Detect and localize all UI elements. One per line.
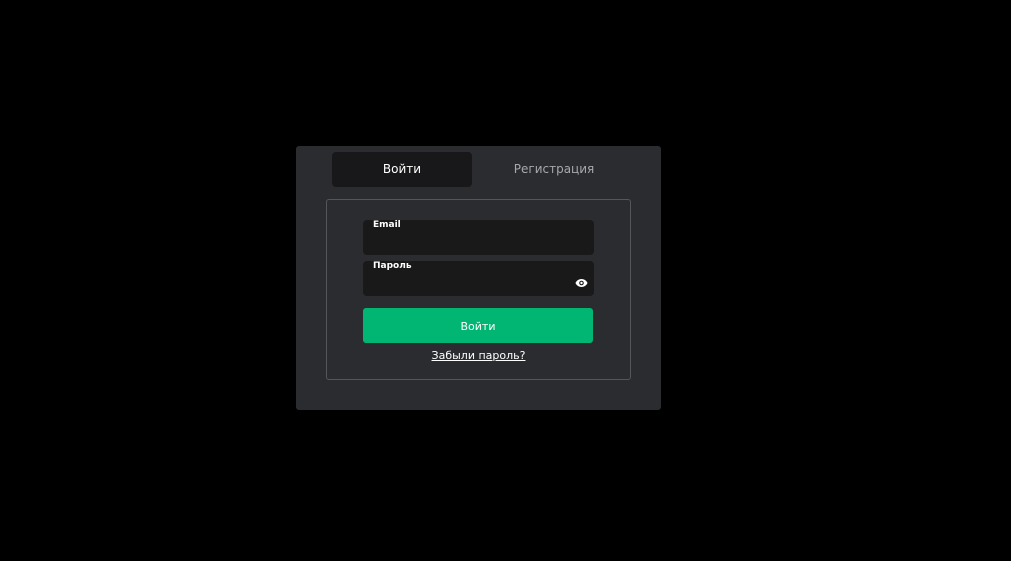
password-field[interactable]: Пароль bbox=[363, 261, 594, 296]
password-label: Пароль bbox=[373, 261, 412, 271]
password-input[interactable] bbox=[373, 276, 568, 292]
tab-register[interactable]: Регистрация bbox=[484, 152, 624, 187]
forgot-password-link[interactable]: Забыли пароль? bbox=[327, 349, 630, 362]
auth-tabs: Войти Регистрация bbox=[332, 152, 626, 187]
auth-modal: Войти Регистрация Email Пароль Войти Заб… bbox=[296, 146, 661, 410]
login-form: Email Пароль Войти Забыли пароль? bbox=[326, 199, 631, 380]
login-submit-button[interactable]: Войти bbox=[363, 308, 593, 343]
tab-login[interactable]: Войти bbox=[332, 152, 472, 187]
email-input[interactable] bbox=[373, 235, 568, 251]
email-label: Email bbox=[373, 220, 401, 230]
email-field[interactable]: Email bbox=[363, 220, 594, 255]
eye-icon[interactable] bbox=[575, 273, 588, 287]
